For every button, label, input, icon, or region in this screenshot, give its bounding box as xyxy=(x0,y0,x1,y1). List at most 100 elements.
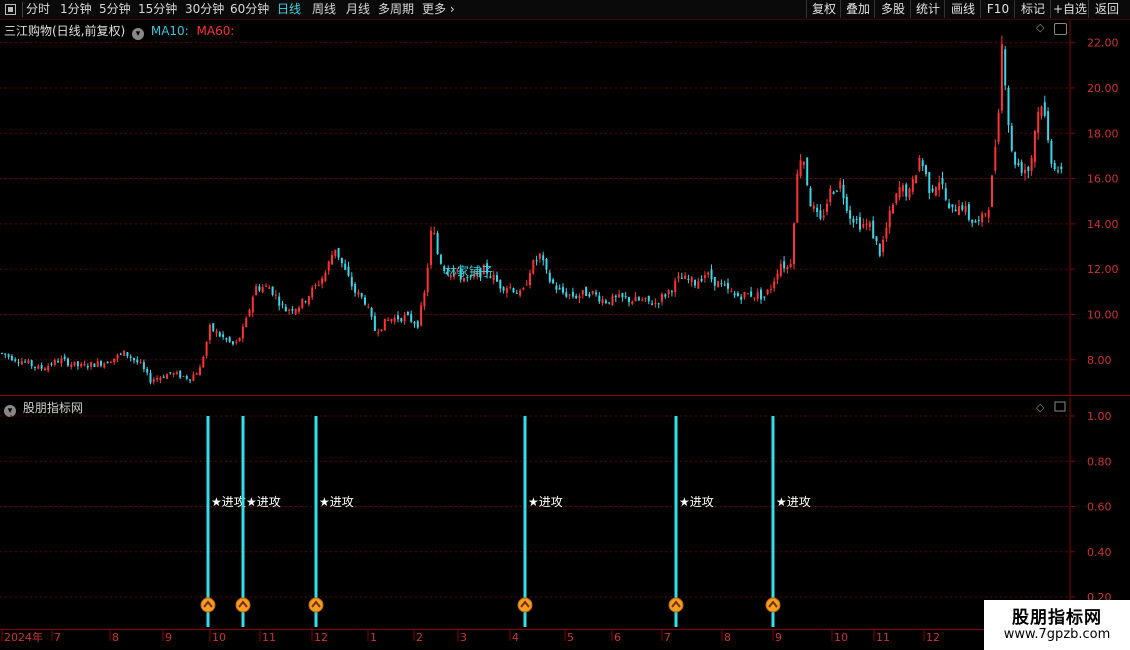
period-tab-0[interactable]: 分时 xyxy=(26,1,50,18)
period-tab-1[interactable]: 1分钟 xyxy=(60,1,92,18)
candle-body xyxy=(1033,131,1036,163)
candle-body xyxy=(598,295,601,302)
candle-body xyxy=(512,288,515,293)
candle-body xyxy=(1037,111,1040,133)
period-tab-7[interactable]: 周线 xyxy=(312,1,336,18)
toolbar-button-4[interactable]: 画线 xyxy=(944,0,981,18)
candle-body xyxy=(951,204,954,208)
candle-body xyxy=(822,215,825,218)
candle-body xyxy=(977,219,980,222)
time-tick-label: 9 xyxy=(165,631,172,644)
candle-body xyxy=(93,363,96,368)
candle-body xyxy=(383,318,386,331)
time-tick-label: 8 xyxy=(112,631,119,644)
candle-body xyxy=(265,285,267,287)
candle-body xyxy=(397,315,399,320)
attack-arrow-icon xyxy=(200,597,216,613)
candle-body xyxy=(624,296,627,298)
candle-body xyxy=(106,361,109,364)
price-chart[interactable]: 22.00 20.00 18.00 16.00 14.00 12.00 10.00 8.00 林… xyxy=(0,20,1130,396)
candle-body xyxy=(885,227,888,239)
candle-body xyxy=(684,275,687,279)
period-tab-6[interactable]: 日线 xyxy=(277,1,301,18)
candle-body xyxy=(218,332,221,337)
overlay-label: 林家铺子 xyxy=(445,263,493,278)
toolbar-button-0[interactable]: 复权 xyxy=(806,0,841,18)
candle-body xyxy=(905,184,908,197)
toolbar-button-6[interactable]: 标记 xyxy=(1014,0,1051,18)
price-tick-label: 10.00 xyxy=(1087,308,1119,321)
candle-body xyxy=(410,313,413,322)
candle-body xyxy=(364,297,366,305)
candle-body xyxy=(898,187,901,198)
candle-body xyxy=(185,376,188,379)
candle-body xyxy=(86,365,89,368)
time-tick-label: 11 xyxy=(876,631,890,644)
candle-body xyxy=(802,162,805,165)
period-tab-8[interactable]: 月线 xyxy=(346,1,370,18)
period-tab-9[interactable]: 多周期 xyxy=(378,1,414,18)
candle-body xyxy=(687,278,690,280)
candle-body xyxy=(215,331,218,334)
candle-body xyxy=(40,365,43,369)
window-restore-icon[interactable] xyxy=(1054,401,1066,412)
candle-body xyxy=(314,284,317,286)
price-tick-label: 12.00 xyxy=(1087,263,1119,276)
toolbar-button-2[interactable]: 多股 xyxy=(874,0,911,18)
indicator-chart[interactable]: 1.000.800.600.400.20★进攻 ★进攻 ★进攻 ★进攻 ★进攻 ★进攻◇ xyxy=(0,397,1130,629)
candle-body xyxy=(958,206,960,216)
signal-marker: ★进攻 xyxy=(200,416,246,627)
toolbar-button-7[interactable]: +自选 xyxy=(1050,0,1089,18)
candle-body xyxy=(202,356,205,368)
candle-body xyxy=(370,307,373,317)
side-column-cell xyxy=(1118,246,1130,260)
candle-body xyxy=(1024,169,1026,174)
toolbar-button-5[interactable]: F10 xyxy=(980,0,1015,18)
candle-body xyxy=(436,232,439,255)
candle-body xyxy=(796,173,799,223)
candle-body xyxy=(149,372,152,383)
period-tab-5[interactable]: 60分钟 xyxy=(230,1,269,18)
candle-body xyxy=(119,353,122,355)
diamond-icon[interactable]: ◇ xyxy=(1036,401,1045,414)
candle-body xyxy=(76,361,79,367)
indicator-tick-label: 0.40 xyxy=(1087,546,1112,559)
candle-body xyxy=(773,281,776,289)
period-tab-4[interactable]: 30分钟 xyxy=(185,1,224,18)
candle-body xyxy=(505,288,508,293)
time-tick-label: 12 xyxy=(926,631,940,644)
candle-body xyxy=(57,360,60,363)
candle-body xyxy=(241,326,244,339)
side-column-cell xyxy=(1118,346,1130,360)
candle-body xyxy=(529,273,531,285)
side-column-cell xyxy=(1118,226,1130,240)
time-tick-label: 4 xyxy=(512,631,519,644)
candle-body xyxy=(1014,152,1017,165)
candle-body xyxy=(344,263,347,270)
toolbar-menu-icon[interactable] xyxy=(4,1,18,18)
candle-body xyxy=(1040,106,1043,116)
side-column-cell xyxy=(1118,46,1130,60)
candle-body xyxy=(568,294,571,296)
candle-body xyxy=(152,379,155,382)
candle-body xyxy=(971,219,974,223)
toolbar-button-8[interactable]: 返回 xyxy=(1088,0,1125,18)
candle-body xyxy=(307,296,310,305)
candle-body xyxy=(1050,141,1053,164)
candle-body xyxy=(367,306,370,308)
period-tab-10[interactable]: 更多 › xyxy=(422,1,455,18)
candle-body xyxy=(878,243,881,256)
candle-body xyxy=(245,318,248,327)
candle-body xyxy=(585,287,588,296)
watermark: 股朋指标网 www.7gpzb.com xyxy=(984,600,1130,650)
menu-square-icon xyxy=(5,4,16,15)
toolbar-button-3[interactable]: 统计 xyxy=(910,0,945,18)
period-tab-2[interactable]: 5分钟 xyxy=(99,1,131,18)
candle-body xyxy=(248,309,251,316)
time-tick-label: 2 xyxy=(416,631,423,644)
period-tab-3[interactable]: 15分钟 xyxy=(138,1,177,18)
candle-body xyxy=(175,372,178,374)
candle-body xyxy=(387,319,390,321)
signal-label: ★进攻 xyxy=(246,495,281,509)
toolbar-button-1[interactable]: 叠加 xyxy=(840,0,875,18)
